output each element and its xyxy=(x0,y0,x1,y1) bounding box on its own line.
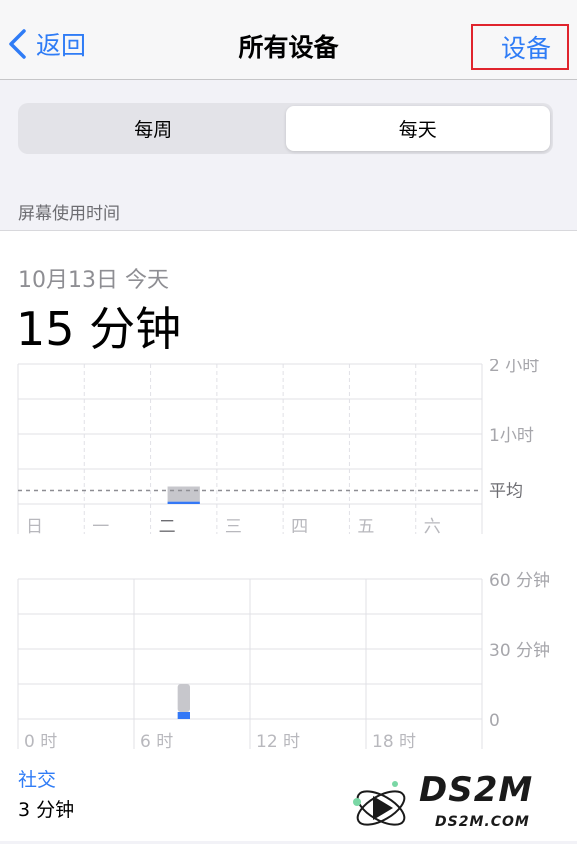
day-label: 五 xyxy=(357,517,374,537)
total-time: 15 分钟 xyxy=(16,302,182,356)
devices-label: 设备 xyxy=(500,34,551,63)
navigation-bar: 返回 所有设备 设备 xyxy=(0,0,577,80)
y-tick-label: 30 分钟 xyxy=(489,641,550,661)
day-label: 日 xyxy=(26,517,43,537)
day-label: 四 xyxy=(291,517,308,537)
devices-button[interactable]: 设备 xyxy=(471,24,569,70)
date-label: 10月13日 今天 xyxy=(18,268,169,293)
hour-label: 6 时 xyxy=(140,732,173,752)
hourly-usage-chart[interactable]: 60 分钟 30 分钟 0 0 时 6 时 12 时 18 时 xyxy=(0,566,577,756)
watermark-subtext: DS2M.COM xyxy=(435,814,530,830)
hour-label: 12 时 xyxy=(256,732,300,752)
day-label: 三 xyxy=(225,517,242,537)
play-logo-icon xyxy=(353,781,406,826)
y-tick-label: 0 xyxy=(489,711,500,731)
hour-label: 0 时 xyxy=(24,732,57,752)
section-header: 屏幕使用时间 xyxy=(18,204,120,224)
day-label: 二 xyxy=(159,517,176,537)
bar-social xyxy=(177,712,190,719)
y-tick-label: 60 分钟 xyxy=(489,571,550,591)
weekly-usage-chart[interactable]: 2 小时 1小时平均日 一 二 三 四 五 六 xyxy=(0,359,577,539)
segment-daily[interactable]: 每天 xyxy=(285,106,550,151)
period-segmented-control: 每周 每天 xyxy=(18,103,553,154)
category-social-link[interactable]: 社交 xyxy=(18,765,56,792)
bar-other xyxy=(167,486,200,502)
category-social-time: 3 分钟 xyxy=(18,799,75,821)
y-tick-label: 1小时 xyxy=(489,426,534,446)
day-label: 六 xyxy=(424,517,441,537)
segment-weekly[interactable]: 每周 xyxy=(21,106,286,151)
watermark-text: DS2M xyxy=(419,770,534,810)
bar-other xyxy=(177,684,190,712)
hour-label: 18 时 xyxy=(372,732,416,752)
average-label: 平均 xyxy=(489,482,523,502)
bar-social xyxy=(167,501,200,504)
watermark-logo: DS2M DS2M.COM xyxy=(347,770,577,840)
usage-card: 10月13日 今天 15 分钟 2 小时 1小时平均日 一 二 三 四 五 六 60 分钟 30… xyxy=(0,230,577,841)
y-tick-label: 2 小时 xyxy=(489,359,539,376)
day-label: 一 xyxy=(92,517,109,537)
